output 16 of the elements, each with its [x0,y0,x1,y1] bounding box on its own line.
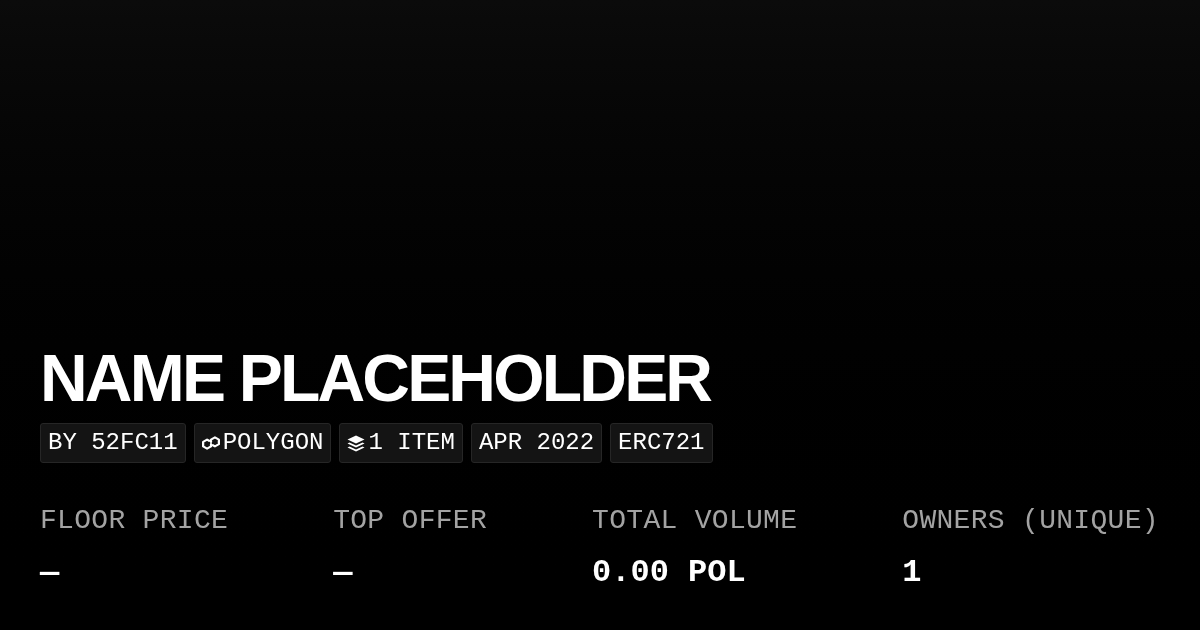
layers-icon [347,434,366,452]
info-tag: ERC721 [610,423,713,463]
stat-value: — [40,557,60,589]
tag-label: POLYGON [222,428,324,458]
info-tag: APR 2022 [470,423,603,463]
stat-label: OWNERS (UNIQUE) [902,507,1159,535]
stat-value: 0.00 POL [592,557,746,589]
tag-label: 1 ITEM [368,428,455,458]
info-tag: BY 52FC11 [40,423,186,463]
stat-label: TOP OFFER [333,507,488,535]
stat-value: — [333,557,353,589]
stat-label: TOTAL VOLUME [592,507,798,535]
stat-label: FLOOR PRICE [40,507,229,535]
linked-hexagons-icon [201,435,220,451]
collection-title: NAME PLACEHOLDER [40,345,711,411]
stat-value: 1 [902,557,922,589]
